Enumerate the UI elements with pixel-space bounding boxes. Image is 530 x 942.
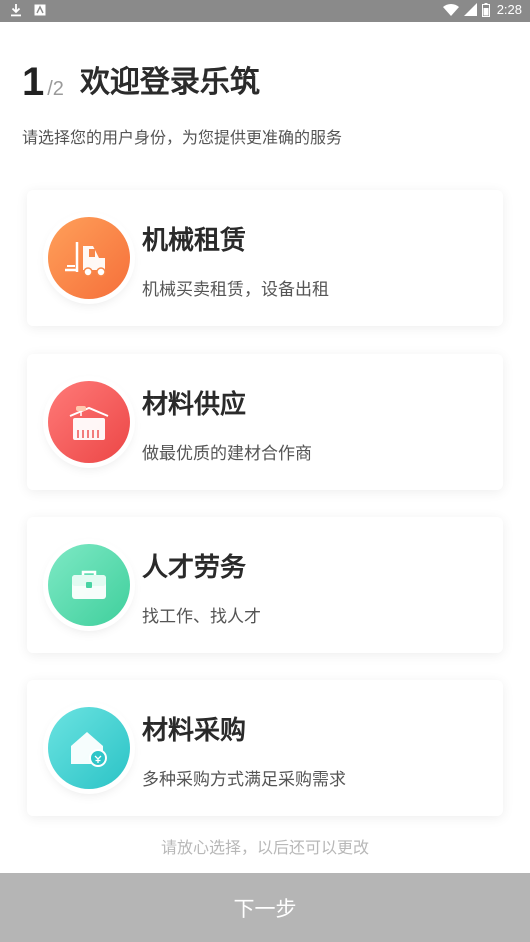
page-header: 1 /2 欢迎登录乐筑 xyxy=(22,54,260,102)
role-card-labor-services[interactable]: 人才劳务 找工作、找人才 xyxy=(27,517,503,653)
role-description: 找工作、找人才 xyxy=(142,607,261,627)
forklift-icon xyxy=(48,217,130,299)
role-title: 机械租赁 xyxy=(142,226,247,256)
role-card-material-procurement[interactable]: 材料采购 多种采购方式满足采购需求 xyxy=(27,680,503,816)
shop-house-icon xyxy=(48,707,130,789)
next-step-button[interactable]: 下一步 xyxy=(0,873,530,942)
role-title: 材料采购 xyxy=(142,716,247,746)
notification-icon xyxy=(34,4,46,16)
download-icon xyxy=(10,3,22,17)
page-title: 欢迎登录乐筑 xyxy=(79,65,260,100)
step-total: /2 xyxy=(47,78,64,100)
role-card-material-supply[interactable]: 材料供应 做最优质的建材合作商 xyxy=(27,354,503,490)
signal-icon xyxy=(463,3,477,16)
role-title: 材料供应 xyxy=(142,390,247,420)
briefcase-icon xyxy=(48,544,130,626)
status-bar: 2:28 xyxy=(0,0,530,22)
role-description: 多种采购方式满足采购需求 xyxy=(142,770,346,790)
role-title: 人才劳务 xyxy=(142,553,247,583)
change-later-hint: 请放心选择，以后还可以更改 xyxy=(160,838,369,857)
status-time: 2:28 xyxy=(496,2,522,17)
battery-icon xyxy=(481,2,490,17)
warehouse-icon xyxy=(48,381,130,463)
role-description: 做最优质的建材合作商 xyxy=(142,444,312,464)
role-card-machinery-rental[interactable]: 机械租赁 机械买卖租赁，设备出租 xyxy=(27,190,503,326)
page-subtitle: 请选择您的用户身份，为您提供更准确的服务 xyxy=(22,128,343,147)
role-description: 机械买卖租赁，设备出租 xyxy=(142,280,329,300)
wifi-icon xyxy=(442,3,459,16)
step-current: 1 xyxy=(22,60,45,104)
